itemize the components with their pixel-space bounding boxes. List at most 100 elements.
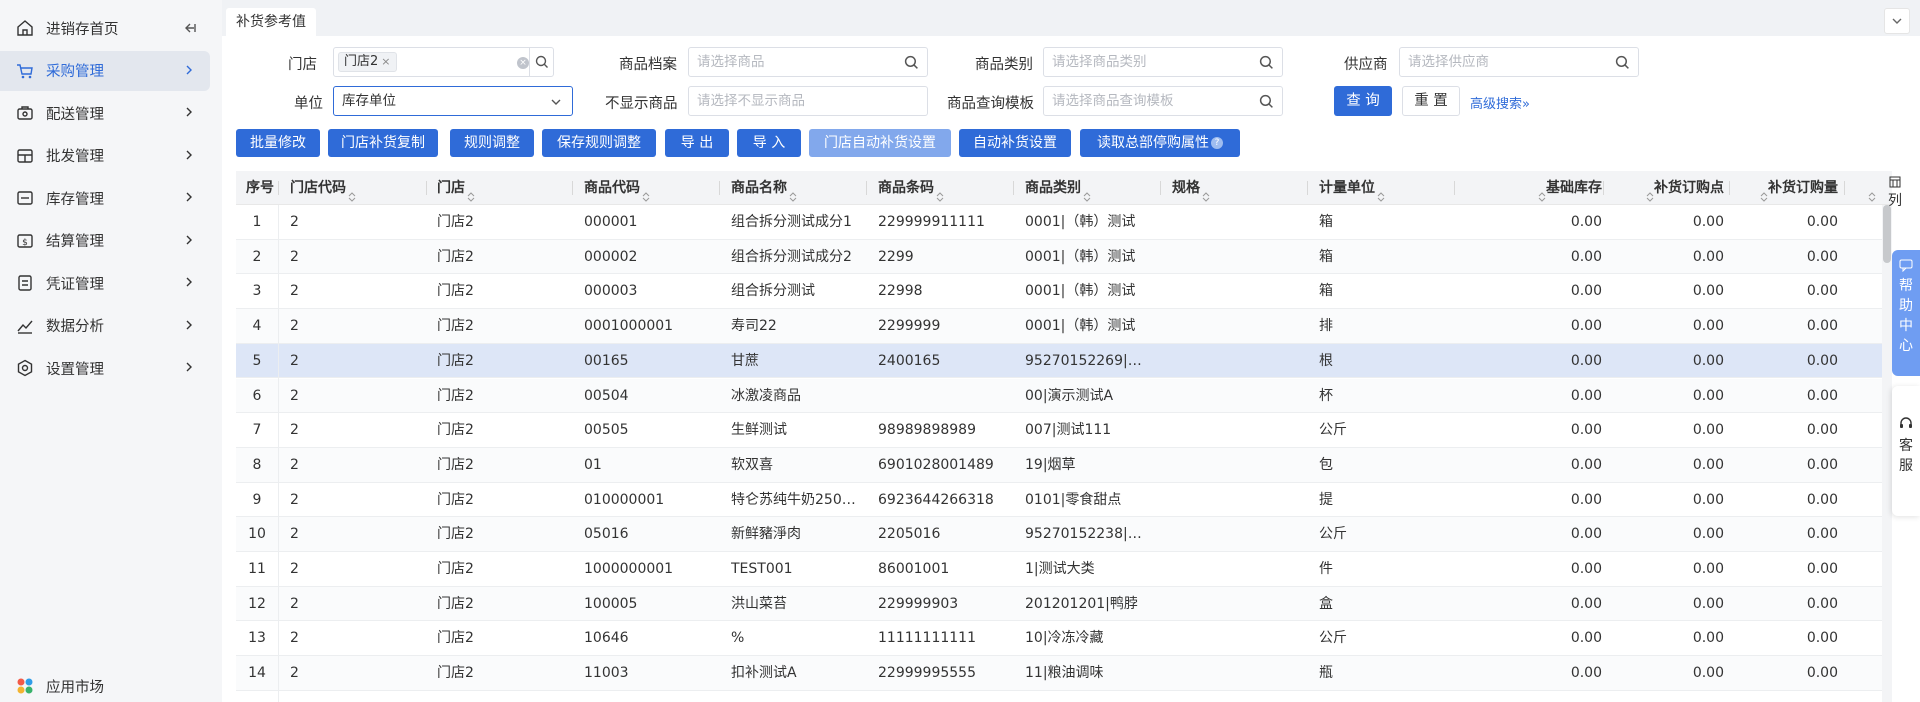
advanced-search-link[interactable]: 高级搜索» <box>1470 93 1530 112</box>
tag-close-icon[interactable]: × <box>381 55 390 68</box>
th-category[interactable]: 商品类别 <box>1025 171 1091 205</box>
sort-icon[interactable] <box>348 182 356 202</box>
sort-icon[interactable] <box>1083 182 1091 202</box>
chevron-right-icon <box>186 107 192 117</box>
cell-qty: 0.00 <box>1806 248 1838 265</box>
import-button[interactable]: 导 入 <box>737 129 801 157</box>
th-barcode[interactable]: 商品条码 <box>878 171 944 205</box>
th-product-code[interactable]: 商品代码 <box>584 171 650 205</box>
table-row[interactable]: 8 2 门店2 01 软双喜 6901028001489 19|烟草 包 0.00 0.00 0.0… <box>236 447 1882 483</box>
cell-base: 0.00 <box>1570 248 1602 265</box>
collapse-sidebar-icon[interactable] <box>182 20 198 36</box>
cell-point: 0.00 <box>1692 665 1724 682</box>
reset-button[interactable]: 重 置 <box>1402 86 1460 116</box>
th-store-code[interactable]: 门店代码 <box>290 171 356 205</box>
sort-icon[interactable] <box>1202 182 1210 202</box>
cell-store_code: 2 <box>290 318 299 335</box>
store-copy-button[interactable]: 门店补货复制 <box>328 129 438 157</box>
table-row[interactable]: 5 2 门店2 00165 甘蔗 2400165 95270152269|槟… 根 0.00 0.… <box>236 343 1882 379</box>
th-store[interactable]: 门店 <box>437 171 475 205</box>
table-row[interactable]: 4 2 门店2 0001000001 寿司22 2299999 0001|（韩）测试 排 0.0… <box>236 309 1882 344</box>
read-hq-attr-button[interactable]: 读取总部停购属性? <box>1080 129 1240 157</box>
sidebar-item-6[interactable]: 凭证管理 <box>0 263 210 303</box>
sidebar-item-3[interactable]: 批发管理 <box>0 136 210 176</box>
question-icon[interactable]: ? <box>1211 137 1223 149</box>
cell-category: 0001|（韩）测试 <box>1025 318 1136 335</box>
sort-icon[interactable] <box>1377 182 1385 202</box>
hidden-products-input[interactable]: 请选择不显示商品 <box>688 86 928 116</box>
sort-icon[interactable] <box>1538 182 1546 202</box>
svg-text:$: $ <box>22 238 28 248</box>
th-more[interactable] <box>1866 171 1876 205</box>
index-column-divider <box>278 205 279 702</box>
template-input[interactable]: 请选择商品查询模板 <box>1043 86 1283 116</box>
search-icon[interactable] <box>1259 94 1274 109</box>
help-center-tab[interactable]: 帮助中心 <box>1892 250 1920 376</box>
save-rule-button[interactable]: 保存规则调整 <box>542 129 656 157</box>
cell-barcode: 229999903 <box>878 595 959 612</box>
table-row[interactable]: 10 2 门店2 05016 新鲜豬淨肉 2205016 95270152238|江… 公斤 0… <box>236 517 1882 552</box>
sort-icon[interactable] <box>642 182 650 202</box>
store-auto-replenish-button[interactable]: 门店自动补货设置 <box>809 129 951 157</box>
search-icon[interactable] <box>1615 55 1630 70</box>
app-market-link[interactable]: 应用市场 <box>0 670 210 702</box>
supplier-input[interactable]: 请选择供应商 <box>1399 47 1639 77</box>
sort-icon[interactable] <box>1868 182 1876 202</box>
chevron-right-icon <box>186 65 192 74</box>
th-spec[interactable]: 规格 <box>1172 171 1210 205</box>
store-select[interactable]: 门店2 × × <box>333 47 554 77</box>
th-reorder-point[interactable]: 补货订购点 <box>1614 171 1724 205</box>
table-row[interactable]: 14 2 门店2 11003 扣补测试A 22999995555 11|粮油调味 瓶 0.00 0… <box>236 656 1882 691</box>
product-input[interactable]: 请选择商品 <box>688 47 928 77</box>
th-unit[interactable]: 计量单位 <box>1319 171 1385 205</box>
sidebar-item-2[interactable]: 配送管理 <box>0 93 210 133</box>
auto-replenish-button[interactable]: 自动补货设置 <box>959 129 1071 157</box>
query-button[interactable]: 查 询 <box>1334 86 1392 116</box>
sidebar-item-5[interactable]: $ 结算管理 <box>0 221 210 261</box>
batch-edit-button[interactable]: 批量修改 <box>236 129 320 157</box>
cell-prod_code: 00165 <box>584 352 629 369</box>
search-icon[interactable] <box>529 48 553 76</box>
th-product-name[interactable]: 商品名称 <box>731 171 797 205</box>
category-input[interactable]: 请选择商品类别 <box>1043 47 1283 77</box>
cell-prod_name: 洪山菜苔 <box>731 595 787 612</box>
cell-prod_name: 生鲜测试 <box>731 422 787 439</box>
table-row[interactable]: 12 2 门店2 100005 洪山菜苔 229999903 201201201|鸭脖 盒 0.… <box>236 586 1882 622</box>
table-row[interactable]: 3 2 门店2 000003 组合拆分测试 22998 0001|（韩）测试 箱 0.00 0.0… <box>236 274 1882 310</box>
th-base-stock[interactable]: 基础库存 <box>1492 171 1602 205</box>
sidebar-item-8[interactable]: 设置管理 <box>0 348 210 388</box>
sidebar-item-7[interactable]: 数据分析 <box>0 306 210 346</box>
sort-icon[interactable] <box>1760 182 1768 202</box>
sidebar-item-1[interactable]: 采购管理 <box>0 50 210 91</box>
tab-replenish-reference[interactable]: 补货参考值 <box>226 8 316 36</box>
rule-adjust-button[interactable]: 规则调整 <box>450 129 534 157</box>
table-row[interactable]: 13 2 门店2 10646% 11111111111 10|冷冻冷藏 公斤 0.00 0.00… <box>236 621 1882 657</box>
tab-dropdown-button[interactable] <box>1884 8 1910 34</box>
sidebar-item-4[interactable]: 库存管理 <box>0 178 210 218</box>
search-icon[interactable] <box>904 55 919 70</box>
table-row[interactable]: 2 2 门店2 000002 组合拆分测试成分2 2299 0001|（韩）测试 箱 0.00 0… <box>236 239 1882 275</box>
column-settings[interactable]: 列 <box>1878 176 1912 222</box>
cell-prod_code: 11003 <box>584 665 629 682</box>
cell-store_code: 2 <box>290 422 299 439</box>
sort-icon[interactable] <box>467 182 475 202</box>
table-row[interactable]: 6 2 门店2 00504 冰激凌商品 00|演示测试A 杯 0.00 0.00 0.00 <box>236 378 1882 414</box>
table-row[interactable]: 11 2 门店2 1000000001 TEST001 86001001 1|测试大类 件 0.… <box>236 552 1882 587</box>
table-row[interactable]: 7 2 门店2 00505 生鲜测试 98989898989 007|测试111 公斤 0.00… <box>236 413 1882 448</box>
clear-icon[interactable]: × <box>517 57 529 69</box>
sort-icon[interactable] <box>1646 182 1654 202</box>
table-row[interactable]: 1 2 门店2 000001 组合拆分测试成分1 229999911111 0001|（韩）… <box>236 205 1882 240</box>
unit-select[interactable]: 库存单位 <box>333 86 573 116</box>
vertical-scrollbar[interactable] <box>1882 205 1892 702</box>
cell-spec <box>1172 240 1302 274</box>
export-button[interactable]: 导 出 <box>665 129 729 157</box>
cell-store: 门店2 <box>437 561 474 577</box>
sort-icon[interactable] <box>789 182 797 202</box>
sort-icon[interactable] <box>936 182 944 202</box>
table-row[interactable]: 9 2 门店2 010000001 特仑苏纯牛奶250… 6923644266318 010… <box>236 482 1882 518</box>
store-tag[interactable]: 门店2 × <box>338 52 397 72</box>
th-reorder-qty[interactable]: 补货订购量 <box>1736 171 1838 205</box>
sidebar-item-0[interactable]: 进销存首页 <box>0 8 210 48</box>
customer-service-tab[interactable]: 客服 <box>1892 386 1920 516</box>
search-icon[interactable] <box>1259 55 1274 70</box>
